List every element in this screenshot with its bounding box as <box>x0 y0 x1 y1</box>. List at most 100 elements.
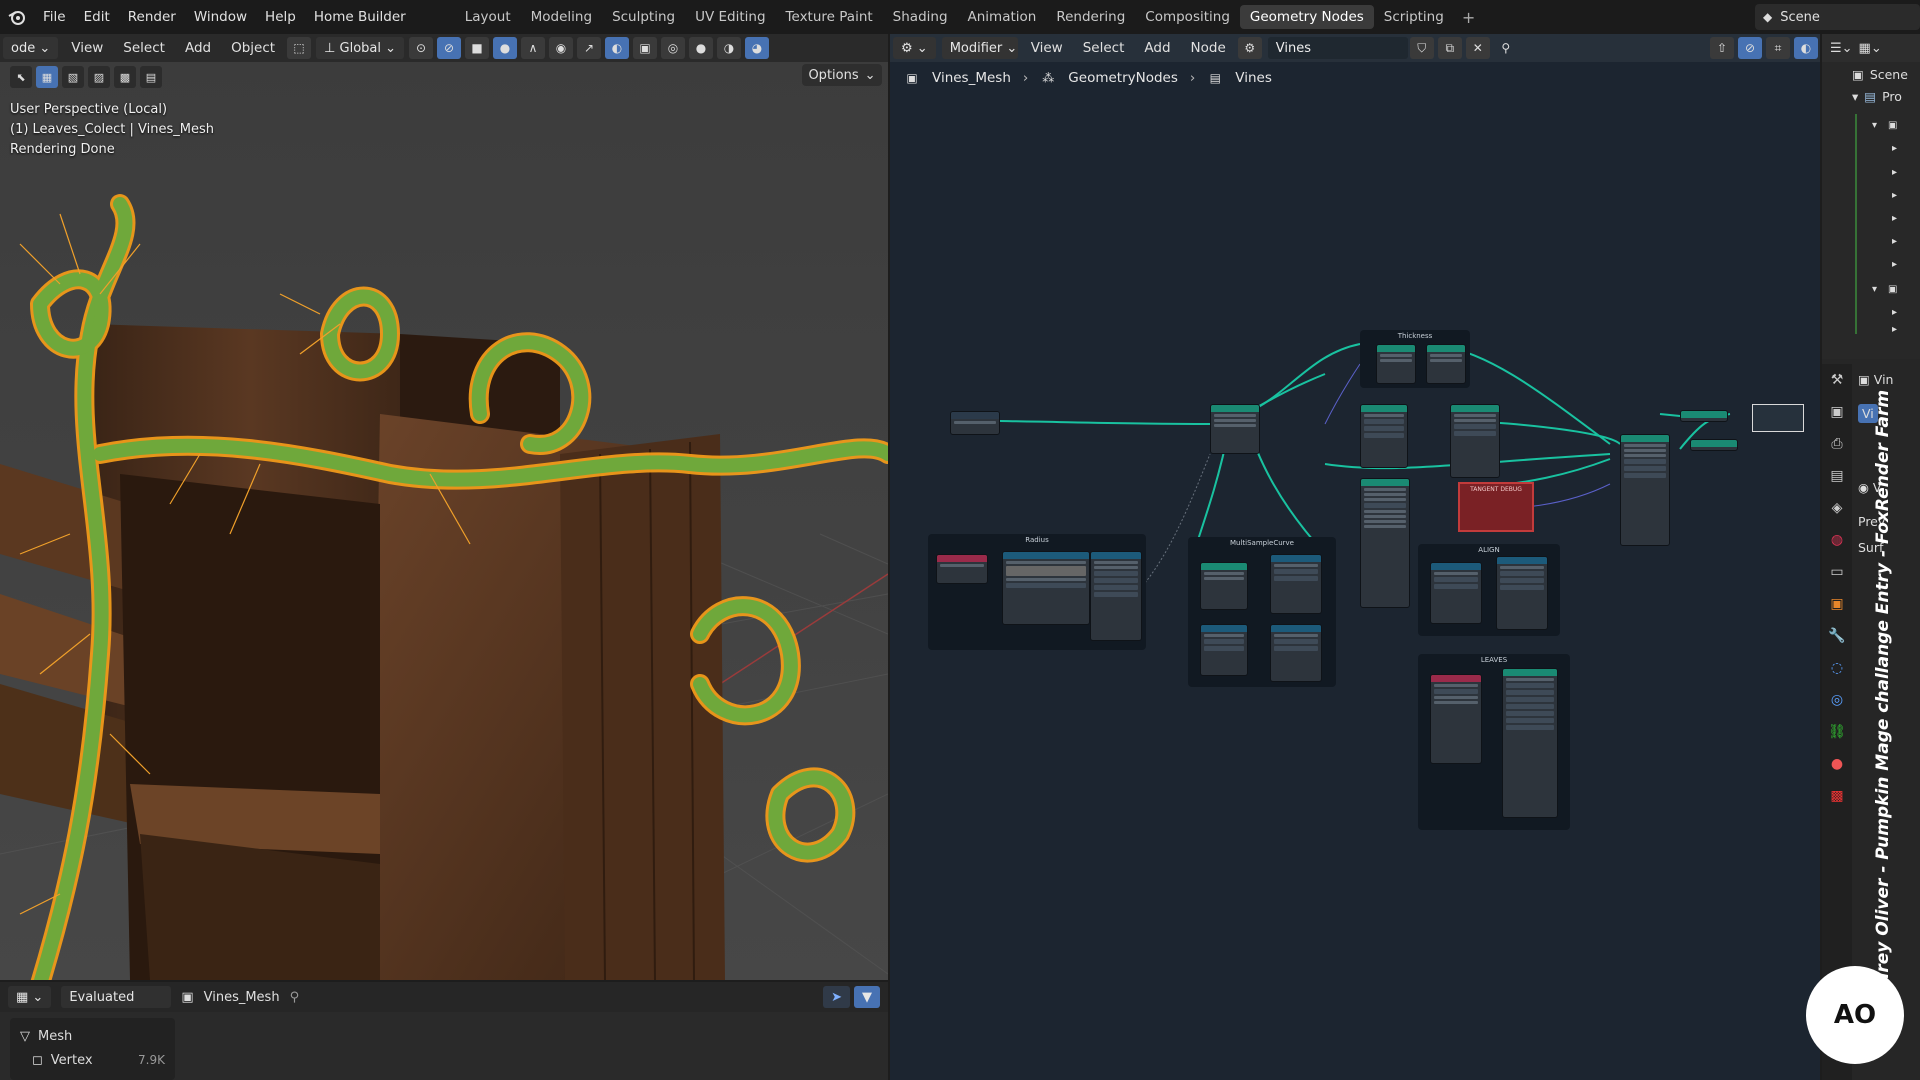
viewport-menu-object[interactable]: Object <box>221 40 285 56</box>
group-input-node[interactable] <box>950 411 1000 435</box>
author-logo-text: AO <box>1833 1000 1877 1030</box>
menu-window[interactable]: Window <box>185 9 256 25</box>
3d-viewport[interactable]: ode ⌄ View Select Add Object ⬚ ⊥ Global … <box>0 34 888 980</box>
select-subtract-icon[interactable]: ▨ <box>88 66 110 88</box>
render-tab-icon[interactable]: ▣ <box>1822 396 1852 428</box>
falloff-icon[interactable]: ∧ <box>521 37 546 59</box>
visibility-icon[interactable]: ◉ <box>549 37 574 59</box>
tab-uv-editing[interactable]: UV Editing <box>685 5 775 29</box>
pivot-icon[interactable]: ⊙ <box>409 37 434 59</box>
view-layer-tab-icon[interactable]: ▤ <box>1822 460 1852 492</box>
object-tab-icon[interactable]: ▣ <box>1822 588 1852 620</box>
select-intersect-icon[interactable]: ▤ <box>140 66 162 88</box>
snap-target-icon[interactable]: ■ <box>465 37 490 59</box>
join-geometry-node[interactable] <box>1680 410 1728 422</box>
filter-icon[interactable]: ▼ <box>854 986 880 1008</box>
add-workspace-icon[interactable]: + <box>1454 8 1483 27</box>
tab-geometry-nodes[interactable]: Geometry Nodes <box>1239 5 1374 29</box>
constraints-tab-icon[interactable]: ⛓ <box>1822 716 1852 748</box>
resample-node[interactable] <box>1360 404 1408 468</box>
map-range-node[interactable] <box>1090 551 1142 641</box>
options-button[interactable]: Options ⌄ <box>802 64 882 86</box>
tool-tab-icon[interactable]: ⚒ <box>1822 364 1852 396</box>
blender-logo-icon[interactable] <box>0 0 34 34</box>
viewport-menu-select[interactable]: Select <box>113 40 175 56</box>
solid-shading-icon[interactable]: ● <box>689 37 714 59</box>
material-shading-icon[interactable]: ◑ <box>717 37 742 59</box>
viewport-menu-add[interactable]: Add <box>175 40 221 56</box>
set-position-node[interactable] <box>1450 404 1500 478</box>
tab-compositing[interactable]: Compositing <box>1135 5 1240 29</box>
menu-home-builder[interactable]: Home Builder <box>305 9 415 25</box>
tab-sculpting[interactable]: Sculpting <box>602 5 685 29</box>
select-extend-icon[interactable]: ▧ <box>62 66 84 88</box>
group-output-node[interactable] <box>1752 404 1804 432</box>
output-tab-icon[interactable]: ⎙ <box>1822 428 1852 460</box>
evaluated-dropdown[interactable]: Evaluated <box>61 986 172 1008</box>
selectability-icon[interactable]: ⬚ <box>287 37 312 59</box>
texture-tab-icon[interactable]: ▩ <box>1822 780 1852 812</box>
material-tab-icon[interactable]: ● <box>1822 748 1852 780</box>
world-tab-icon[interactable]: ◍ <box>1822 524 1852 556</box>
set-curve-radius-node[interactable] <box>1210 404 1260 454</box>
transform-orientation-dropdown[interactable]: ⊥ Global ⌄ <box>316 37 405 59</box>
pin-icon[interactable]: ⚲ <box>290 990 300 1005</box>
select-new-icon[interactable]: ▦ <box>36 66 58 88</box>
overlays-icon[interactable]: ◐ <box>605 37 630 59</box>
tab-texture-paint[interactable]: Texture Paint <box>776 5 883 29</box>
tangent-debug-frame[interactable]: TANGENT DEBUG <box>1458 482 1534 532</box>
xray-icon[interactable]: ▣ <box>633 37 658 59</box>
domain-item-vertex[interactable]: ◻ Vertex 7.9K <box>20 1048 165 1072</box>
transform-geometry-node[interactable] <box>1502 668 1558 818</box>
snap-icon[interactable]: ⊘ <box>437 37 462 59</box>
wireframe-shading-icon[interactable]: ◎ <box>661 37 686 59</box>
color-ramp-node[interactable] <box>1002 551 1090 625</box>
props-object-row[interactable]: ▣ Vin <box>1858 372 1893 387</box>
random-integer-node[interactable] <box>1270 624 1322 682</box>
instance-on-points-node[interactable] <box>1620 434 1670 546</box>
proportional-edit-icon[interactable]: ● <box>493 37 518 59</box>
menu-edit[interactable]: Edit <box>75 9 119 25</box>
tab-scripting[interactable]: Scripting <box>1374 5 1454 29</box>
scene-tab-icon[interactable]: ◈ <box>1822 492 1852 524</box>
scene-selector[interactable]: ◆ Scene <box>1755 4 1920 30</box>
sample-curve-node[interactable] <box>1360 478 1410 608</box>
tangent-debug-label: TANGENT DEBUG <box>1470 486 1522 493</box>
particles-tab-icon[interactable]: ◌ <box>1822 652 1852 684</box>
editor-type-dropdown[interactable]: ▦ ⌄ <box>8 986 52 1008</box>
math-node[interactable] <box>1200 624 1248 676</box>
tab-animation[interactable]: Animation <box>958 5 1047 29</box>
node-editor[interactable]: ⚙ ⌄ Modifier ⌄ View Select Add Node ⚙ Vi… <box>890 34 1820 1080</box>
viewport-perspective-label: User Perspective (Local) <box>10 102 168 117</box>
selected-only-icon[interactable]: ➤ <box>823 986 850 1008</box>
menu-help[interactable]: Help <box>256 9 305 25</box>
rotate-euler-node[interactable] <box>1496 556 1548 630</box>
domain-size-node[interactable] <box>1200 562 1248 610</box>
collection-tab-icon[interactable]: ▭ <box>1822 556 1852 588</box>
physics-tab-icon[interactable]: ◎ <box>1822 684 1852 716</box>
collection-info-node[interactable] <box>1430 674 1482 764</box>
tab-shading[interactable]: Shading <box>883 5 958 29</box>
tab-layout[interactable]: Layout <box>455 5 521 29</box>
modifier-tab-icon[interactable]: 🔧 <box>1822 620 1852 652</box>
tab-modeling[interactable]: Modeling <box>521 5 602 29</box>
select-invert-icon[interactable]: ▩ <box>114 66 136 88</box>
domain-item-mesh[interactable]: ▽ Mesh <box>20 1024 165 1048</box>
curve-to-mesh-node[interactable] <box>1426 344 1466 384</box>
align-euler-to-vector-node[interactable] <box>1430 562 1482 624</box>
tab-rendering[interactable]: Rendering <box>1046 5 1135 29</box>
set-material-node[interactable] <box>1690 439 1738 451</box>
mode-dropdown[interactable]: ode ⌄ <box>3 37 59 59</box>
select-tool-icon[interactable]: ⬉ <box>10 66 32 88</box>
svg-text:▸: ▸ <box>1892 190 1897 201</box>
curve-circle-node[interactable] <box>1376 344 1416 384</box>
gizmo-icon[interactable]: ↗ <box>577 37 602 59</box>
menu-render[interactable]: Render <box>119 9 185 25</box>
menu-file[interactable]: File <box>34 9 75 25</box>
random-value-node[interactable] <box>1270 554 1322 614</box>
viewport-menu-view[interactable]: View <box>61 40 113 56</box>
spline-parameter-node[interactable] <box>936 554 988 584</box>
rendered-shading-icon[interactable]: ◕ <box>745 37 770 59</box>
mode-label: ode <box>11 40 36 56</box>
frame-title: Thickness <box>1397 332 1433 340</box>
